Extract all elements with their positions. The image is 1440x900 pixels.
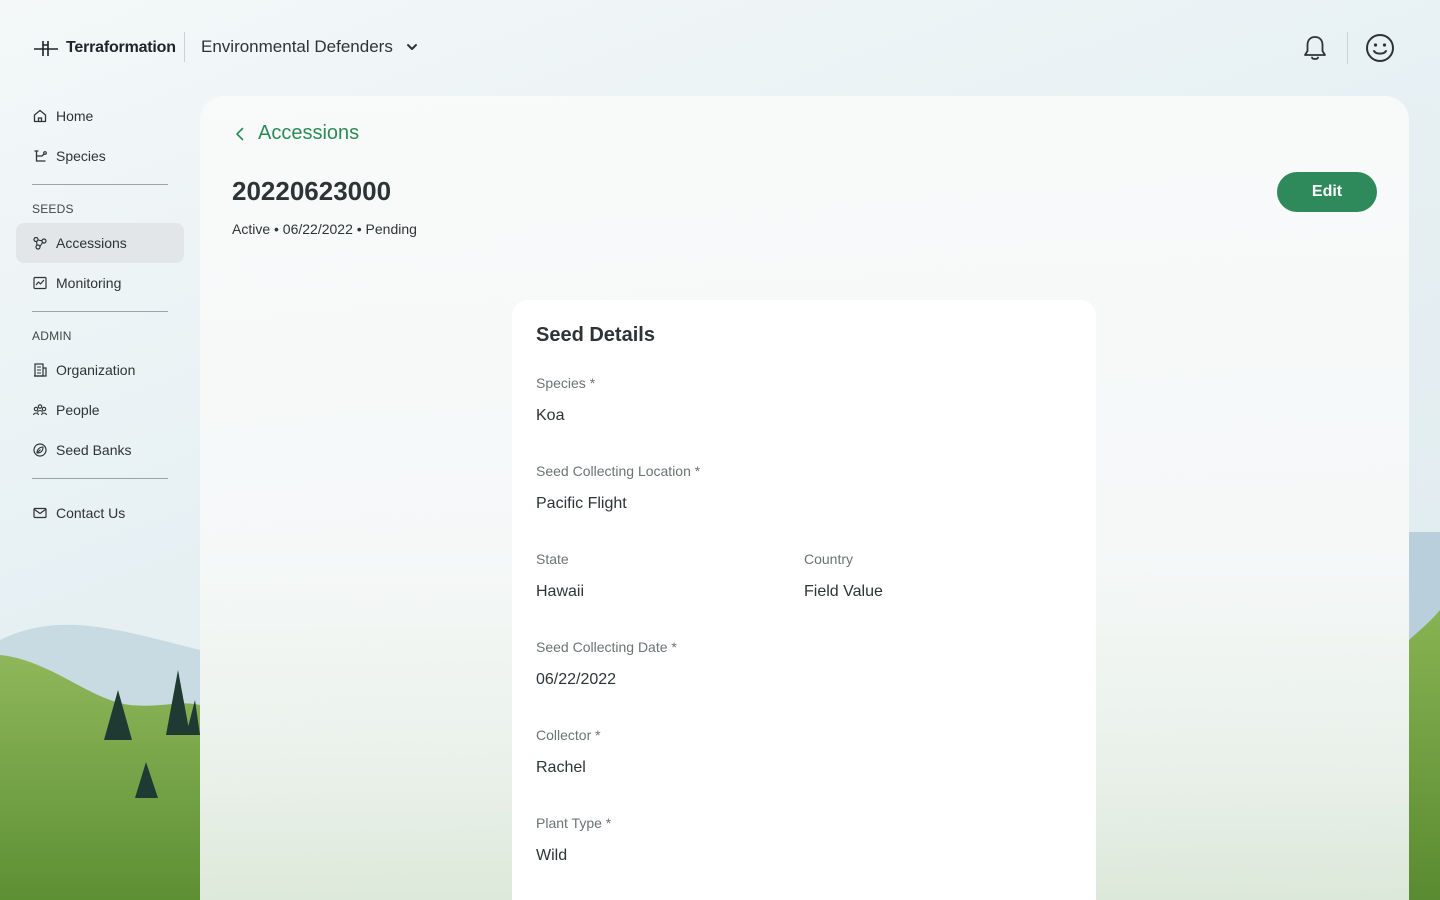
field-seed-collecting-location: Seed Collecting Location * Pacific Fligh…: [536, 461, 1072, 549]
field-value: Wild: [536, 847, 568, 864]
org-selector[interactable]: Environmental Defenders: [201, 37, 419, 57]
sidebar-item-accessions[interactable]: Accessions: [16, 223, 184, 263]
seed-details-card: Seed Details Species * Koa Seed Collecti…: [512, 300, 1096, 900]
sidebar-item-contact-us[interactable]: Contact Us: [16, 493, 184, 533]
field-country: Country Field Value: [804, 549, 1072, 637]
field-label: Country: [804, 551, 854, 567]
header-divider: [184, 32, 185, 62]
sidebar-item-label: Monitoring: [56, 275, 122, 291]
field-label: Species *: [536, 375, 596, 391]
state-country-row: State Hawaii Country Field Value: [536, 549, 1072, 637]
brand-name: Terraformation: [66, 39, 176, 56]
card-title: Seed Details: [536, 324, 655, 346]
brand-logo[interactable]: Terraformation: [32, 37, 176, 59]
sidebar-section-seeds: SEEDS: [32, 202, 74, 216]
field-value: Koa: [536, 407, 565, 424]
home-icon: [33, 109, 47, 123]
field-value: Hawaii: [536, 583, 585, 600]
org-name: Environmental Defenders: [201, 37, 393, 56]
accession-status-line: Active • 06/22/2022 • Pending: [232, 221, 417, 237]
terraformation-logo-icon: [34, 41, 58, 56]
sidebar-item-monitoring[interactable]: Monitoring: [16, 263, 184, 303]
field-label: Collector *: [536, 727, 601, 743]
field-seed-collecting-date: Seed Collecting Date * 06/22/2022: [536, 637, 1072, 725]
breadcrumb-label: Accessions: [258, 122, 360, 144]
sidebar-section-admin: ADMIN: [32, 329, 72, 343]
species-icon: [34, 150, 47, 162]
field-plant-type: Plant Type * Wild: [536, 813, 1072, 900]
field-label: Plant Type *: [536, 815, 612, 831]
page-title: 20220623000: [232, 176, 392, 206]
sidebar-item-label: Species: [56, 148, 106, 164]
field-value: Field Value: [804, 583, 883, 600]
sidebar-item-organization[interactable]: Organization: [16, 350, 184, 390]
field-species: Species * Koa: [536, 373, 1072, 461]
header-divider-right: [1347, 32, 1348, 64]
sidebar-item-people[interactable]: People: [16, 390, 184, 430]
sidebar-item-species[interactable]: Species: [16, 136, 184, 176]
sidebar-divider: [32, 311, 168, 312]
field-state: State Hawaii: [536, 549, 804, 637]
sidebar-item-seed-banks[interactable]: Seed Banks: [16, 430, 184, 470]
edit-button[interactable]: Edit: [1277, 172, 1377, 212]
sidebar-item-label: People: [56, 402, 100, 418]
chevron-left-icon: [236, 127, 244, 140]
monitoring-icon: [33, 276, 47, 290]
field-value: 06/22/2022: [536, 671, 617, 688]
sidebar-divider: [32, 184, 168, 185]
bell-icon[interactable]: [1300, 33, 1330, 63]
field-label: Seed Collecting Date *: [536, 639, 677, 655]
field-label: State: [536, 551, 569, 567]
field-value: Rachel: [536, 759, 586, 776]
sidebar-item-label: Seed Banks: [56, 442, 132, 458]
people-icon: [32, 404, 48, 416]
sidebar-item-label: Accessions: [56, 235, 127, 251]
sidebar-divider: [32, 478, 168, 479]
field-value: Pacific Flight: [536, 495, 627, 512]
top-bar: Terraformation Environmental Defenders: [0, 0, 1440, 96]
mail-icon: [33, 507, 47, 519]
seed-bank-icon: [33, 443, 47, 457]
accessions-icon: [33, 236, 47, 250]
field-collector: Collector * Rachel: [536, 725, 1072, 813]
main-panel: Accessions 20220623000 Active • 06/22/20…: [200, 96, 1409, 900]
smiley-avatar-icon[interactable]: [1364, 32, 1396, 64]
sidebar-item-label: Contact Us: [56, 505, 126, 521]
sidebar-item-label: Organization: [56, 362, 136, 378]
field-label: Seed Collecting Location *: [536, 463, 701, 479]
breadcrumb-back-accessions[interactable]: Accessions: [232, 122, 359, 145]
sidebar: Home Species SEEDS Accessions Monitoring…: [16, 96, 184, 533]
chevron-down-icon: [406, 44, 417, 50]
organization-icon: [34, 363, 47, 377]
sidebar-item-home[interactable]: Home: [16, 96, 184, 136]
sidebar-item-label: Home: [56, 108, 94, 124]
